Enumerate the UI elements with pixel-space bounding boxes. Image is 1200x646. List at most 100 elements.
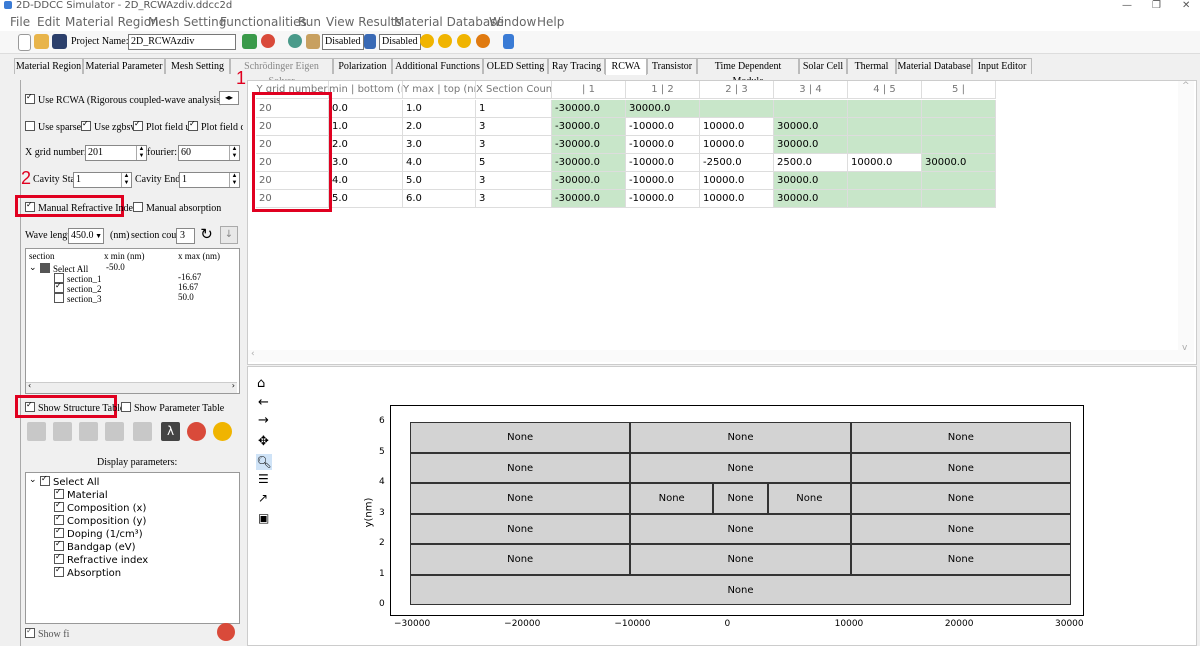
table-header[interactable]: 1 | 2 xyxy=(626,81,700,99)
display-parameters-tree[interactable]: ⌄ Select All Material Composition (x) Co… xyxy=(25,472,240,624)
brush-icon[interactable] xyxy=(105,422,124,441)
table-cell[interactable]: 3 xyxy=(476,118,552,136)
table-header[interactable]: min | bottom (nr xyxy=(329,81,403,99)
plot-field-u-checkbox[interactable]: Plot field u xyxy=(133,119,190,133)
show-structure-table-checkbox[interactable]: Show Structure Table xyxy=(25,400,124,414)
remove-icon[interactable] xyxy=(79,422,98,441)
tab-polarization[interactable]: Polarization xyxy=(333,58,392,74)
table-cell[interactable] xyxy=(774,100,848,118)
open-folder-icon[interactable] xyxy=(34,34,49,49)
spin-arrows-icon[interactable]: ▲ ▼ xyxy=(229,173,239,187)
download-icon[interactable]: ↓ xyxy=(220,226,238,244)
table-cell[interactable]: 10000.0 xyxy=(700,172,774,190)
horizontal-scrollbar[interactable]: ‹ xyxy=(248,349,1178,362)
tree-expand-icon[interactable]: ⌄ xyxy=(29,262,37,273)
configure-icon[interactable]: ☰ xyxy=(258,472,269,486)
tab-rcwa[interactable]: RCWA xyxy=(605,58,647,75)
table-cell[interactable]: 5.0 xyxy=(403,172,476,190)
new-file-icon[interactable] xyxy=(18,34,31,51)
table-cell[interactable]: 5 xyxy=(476,154,552,172)
toggle-icon[interactable]: ◂▸ xyxy=(219,91,239,105)
table-cell[interactable]: 3 xyxy=(476,190,552,208)
table-cell[interactable] xyxy=(922,118,996,136)
tab-material-region[interactable]: Material Region xyxy=(14,58,83,74)
show-field-checkbox[interactable]: Show fi xyxy=(25,626,69,640)
table-header[interactable]: | 1 xyxy=(552,81,626,99)
fast-forward-icon[interactable] xyxy=(438,34,452,48)
refresh-icon[interactable] xyxy=(242,34,257,49)
table-cell[interactable]: 5.0 xyxy=(329,190,403,208)
table-cell[interactable]: 1.0 xyxy=(403,100,476,118)
save-icon[interactable] xyxy=(52,34,67,49)
tab-thermal[interactable]: Thermal xyxy=(847,58,896,74)
table-cell[interactable] xyxy=(848,136,922,154)
skip-icon[interactable] xyxy=(457,34,471,48)
table-cell[interactable] xyxy=(922,190,996,208)
reset-icon[interactable] xyxy=(261,34,275,48)
tab-time-dependent[interactable]: Time Dependent Module xyxy=(697,58,799,87)
tab-material-parameter[interactable]: Material Parameter xyxy=(83,58,165,74)
table-cell[interactable] xyxy=(922,100,996,118)
table-cell[interactable]: 3 xyxy=(476,136,552,154)
table-cell[interactable]: 30000.0 xyxy=(922,154,996,172)
scroll-right-icon[interactable]: › xyxy=(232,381,235,390)
tab-additional-functions[interactable]: Additional Functions xyxy=(392,58,483,74)
table-cell[interactable]: 6.0 xyxy=(403,190,476,208)
table-cell[interactable]: 30000.0 xyxy=(774,190,848,208)
menu-material-region[interactable]: Material Region xyxy=(65,15,159,29)
use-rcwa-checkbox[interactable]: Use RCWA (Rigorous coupled-wave analysis… xyxy=(25,92,224,106)
bars-icon[interactable] xyxy=(306,34,320,49)
table-cell[interactable]: 4.0 xyxy=(403,154,476,172)
plot-field-d-checkbox[interactable]: Plot field d xyxy=(188,120,243,133)
menu-window[interactable]: Window xyxy=(489,15,536,29)
add-icon[interactable] xyxy=(27,422,46,441)
list-icon[interactable] xyxy=(364,34,376,49)
table-cell[interactable] xyxy=(922,136,996,154)
wavelength-select[interactable]: 450.0 ▼ xyxy=(68,228,104,244)
disabled-box-1[interactable]: Disabled xyxy=(322,34,364,50)
scroll-up-icon[interactable]: ^ xyxy=(1182,81,1190,91)
tree-expand-icon[interactable]: ⌄ xyxy=(29,475,37,485)
table-cell[interactable]: -30000.0 xyxy=(552,172,626,190)
gear-icon[interactable] xyxy=(288,34,302,48)
chart-icon[interactable] xyxy=(503,34,514,49)
disabled-box-2[interactable]: Disabled xyxy=(379,34,421,50)
table-cell[interactable] xyxy=(700,100,774,118)
menu-material-database[interactable]: Material Database xyxy=(394,15,504,29)
structure-table[interactable]: Y grid numbermin | bottom (nrY max | top… xyxy=(247,80,1197,365)
x-grid-spinbox[interactable]: 201 ▲ ▼ xyxy=(85,145,147,161)
fourier-spinbox[interactable]: 60 ▲ ▼ xyxy=(178,145,240,161)
table-cell[interactable]: 30000.0 xyxy=(626,100,700,118)
table-cell[interactable]: -10000.0 xyxy=(626,136,700,154)
table-cell[interactable]: -30000.0 xyxy=(552,118,626,136)
table-cell[interactable]: -2500.0 xyxy=(700,154,774,172)
home-icon[interactable]: ⌂ xyxy=(257,376,265,391)
table-cell[interactable]: 10000.0 xyxy=(700,118,774,136)
table-cell[interactable]: 1.0 xyxy=(329,118,403,136)
use-sparse-checkbox[interactable]: Use sparse xyxy=(25,120,81,133)
import-icon[interactable] xyxy=(133,422,152,441)
menu-view-results[interactable]: View Results xyxy=(326,15,402,29)
table-cell[interactable]: 10000.0 xyxy=(700,136,774,154)
table-cell[interactable] xyxy=(848,100,922,118)
edit-icon[interactable] xyxy=(53,422,72,441)
table-cell[interactable]: 2500.0 xyxy=(774,154,848,172)
table-cell[interactable] xyxy=(922,172,996,190)
project-name-input[interactable]: 2D_RCWAzdiv xyxy=(128,34,236,50)
menu-run[interactable]: Run xyxy=(298,15,321,29)
table-cell[interactable]: -30000.0 xyxy=(552,100,626,118)
table-cell[interactable]: 30000.0 xyxy=(774,118,848,136)
table-cell[interactable]: -30000.0 xyxy=(552,190,626,208)
param-refractive-index[interactable]: Refractive index xyxy=(54,552,148,566)
table-cell[interactable]: 2.0 xyxy=(403,118,476,136)
table-cell[interactable] xyxy=(848,172,922,190)
table-cell[interactable]: -10000.0 xyxy=(626,172,700,190)
pan-icon[interactable]: ✥ xyxy=(258,434,269,449)
reset-icon[interactable] xyxy=(187,422,206,441)
table-cell[interactable]: -30000.0 xyxy=(552,154,626,172)
minimize-button[interactable]: — xyxy=(1122,0,1132,11)
menu-file[interactable]: File xyxy=(10,15,30,29)
table-cell[interactable]: 10000.0 xyxy=(848,154,922,172)
stop-icon[interactable] xyxy=(476,34,490,48)
cavity-start-spinbox[interactable]: 1 ▲ ▼ xyxy=(73,172,132,188)
